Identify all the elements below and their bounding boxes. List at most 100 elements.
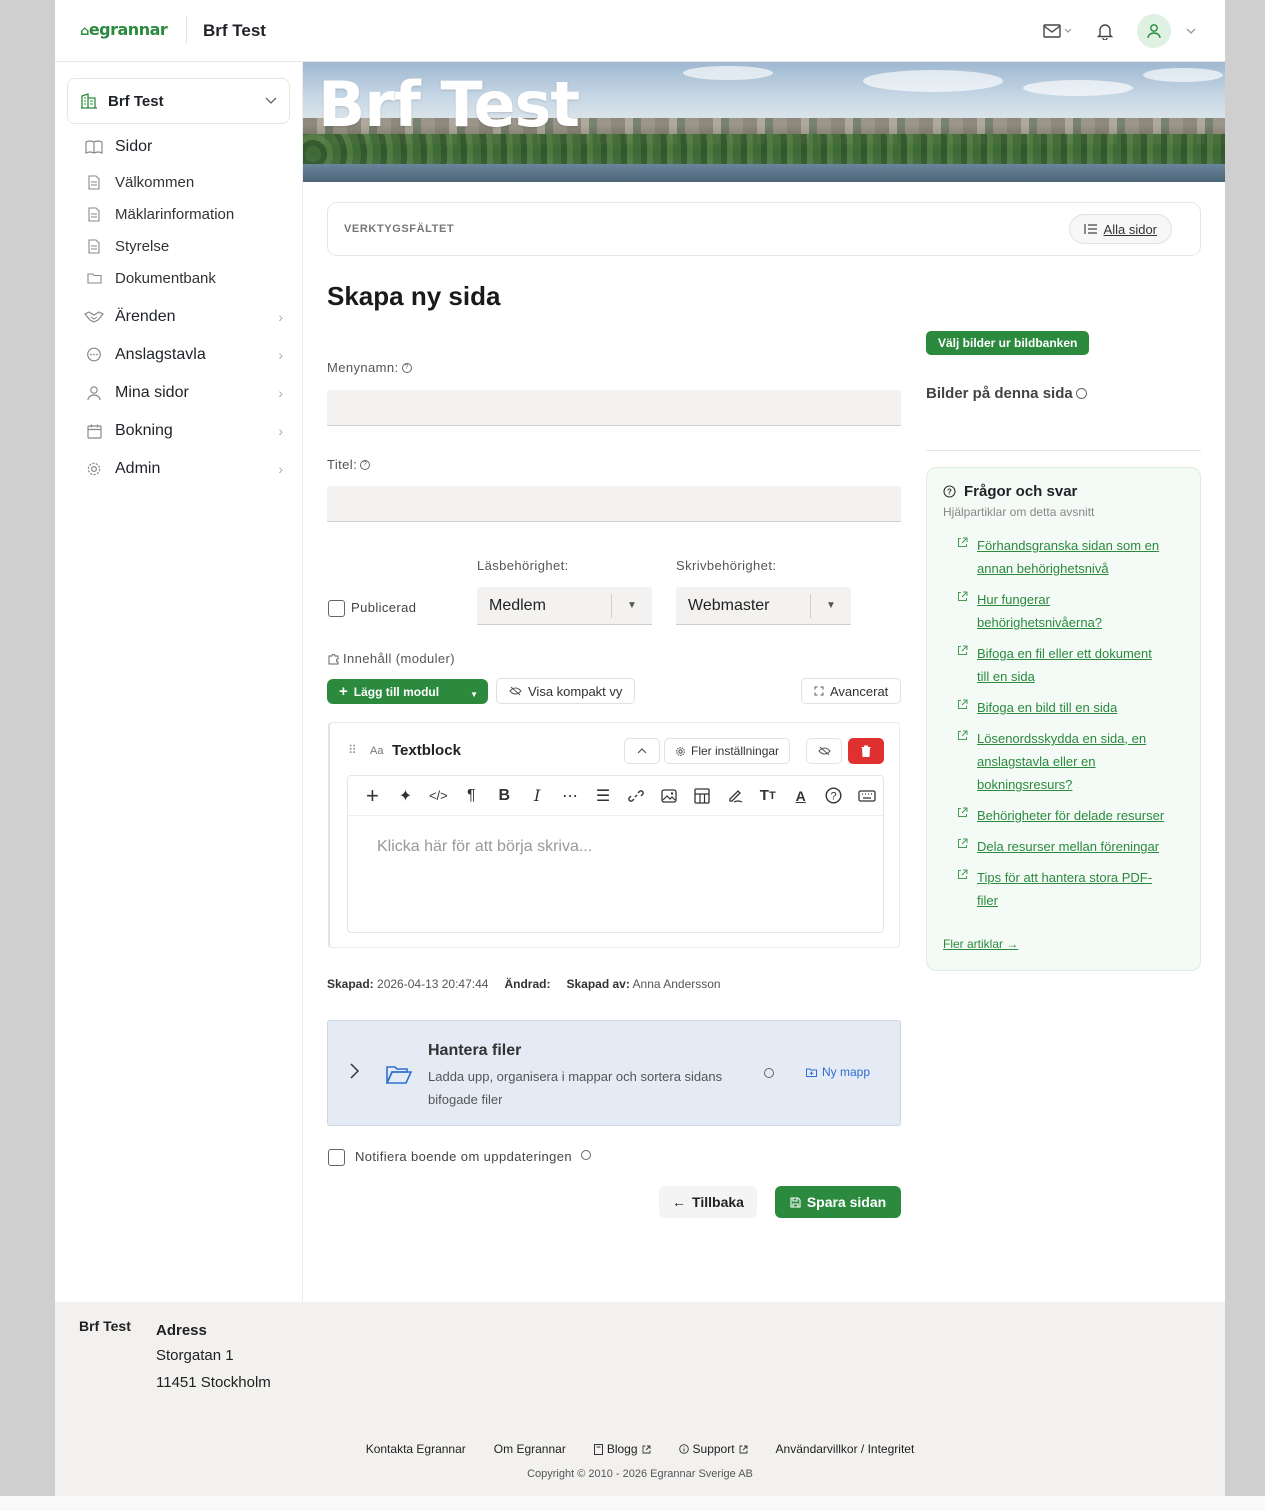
help-icon[interactable]: ? bbox=[360, 459, 371, 470]
chevron-right-icon[interactable] bbox=[350, 1063, 359, 1079]
content-label: Innehåll (moduler) bbox=[327, 651, 455, 666]
advanced-button[interactable]: Avancerat bbox=[801, 678, 902, 704]
faq-link[interactable]: Tips för att hantera stora PDF-filer bbox=[977, 866, 1187, 912]
sidebar-item-label: Ärenden bbox=[115, 308, 176, 325]
delete-module-button[interactable] bbox=[848, 738, 884, 764]
mail-menu[interactable] bbox=[1043, 14, 1073, 48]
changed-label: Ändrad: bbox=[504, 977, 551, 991]
more-articles-link[interactable]: Fler artiklar → bbox=[943, 937, 1018, 951]
help-icon[interactable]: ? bbox=[401, 362, 412, 373]
svg-text:?: ? bbox=[947, 488, 952, 497]
more-icon[interactable]: ⋯ bbox=[554, 781, 587, 811]
rich-text-editor[interactable]: + ✦ </> ¶ B I ⋯ ☰ TT A ? Klicka här för … bbox=[347, 775, 884, 933]
bold-icon[interactable]: B bbox=[488, 781, 521, 811]
code-icon[interactable]: </> bbox=[422, 781, 455, 811]
chevron-right-icon: › bbox=[278, 347, 283, 363]
choose-images-button[interactable]: Välj bilder ur bildbanken bbox=[926, 331, 1090, 355]
faq-link-text: Förhandsgranska sidan som en bbox=[977, 538, 1160, 553]
arrow-left-icon: ← bbox=[672, 1194, 687, 1210]
faq-link[interactable]: Bifoga en bild till en sida bbox=[977, 696, 1187, 719]
ai-sparkle-icon[interactable]: ✦ bbox=[389, 781, 422, 811]
faq-link[interactable]: Lösenordsskydda en sida, en anslagstavla … bbox=[977, 727, 1187, 796]
page-meta: Skapad: 2026-04-13 20:47:44 Ändrad: Skap… bbox=[327, 977, 721, 991]
write-permission-select[interactable]: Webmaster ▼ bbox=[676, 587, 851, 625]
association-title: Brf Test bbox=[203, 21, 266, 40]
menu-name-input[interactable] bbox=[327, 390, 901, 426]
logo[interactable]: ⌂egrannar bbox=[80, 20, 168, 39]
title-input[interactable] bbox=[327, 486, 901, 522]
italic-icon[interactable]: I bbox=[521, 781, 554, 811]
footer-link-label: Om Egrannar bbox=[493, 1442, 566, 1456]
help-icon[interactable] bbox=[581, 1150, 592, 1160]
text-size-icon[interactable]: TT bbox=[751, 781, 784, 811]
external-link-icon bbox=[739, 1445, 747, 1453]
sidebar-item-sidor[interactable]: Sidor bbox=[83, 128, 283, 166]
save-icon bbox=[790, 1196, 801, 1208]
all-pages-button[interactable]: Alla sidor bbox=[1068, 214, 1172, 244]
faq-link[interactable]: Dela resurser mellan föreningar bbox=[977, 835, 1187, 858]
footer-link-blog[interactable]: Blogg bbox=[593, 1442, 651, 1456]
footer-link-contact[interactable]: Kontakta Egrannar bbox=[366, 1442, 466, 1456]
sidebar-item-arenden[interactable]: Ärenden › bbox=[83, 298, 283, 336]
sidebar-item-dokumentbank[interactable]: Dokumentbank bbox=[83, 262, 283, 294]
author-label: Skapad av: bbox=[566, 977, 630, 991]
notifications-button[interactable] bbox=[1097, 14, 1113, 48]
paragraph-icon[interactable]: ¶ bbox=[455, 781, 488, 811]
notify-checkbox[interactable] bbox=[328, 1149, 345, 1166]
chat-icon bbox=[87, 347, 101, 362]
help-icon[interactable] bbox=[764, 1068, 774, 1078]
sidebar-item-valkommen[interactable]: Välkommen bbox=[83, 166, 283, 198]
sidebar-item-maklarinformation[interactable]: Mäklarinformation bbox=[83, 198, 283, 230]
toolbar-card: VERKTYGSFÄLTET Alla sidor bbox=[327, 202, 1201, 256]
new-folder-button[interactable]: Ny mapp bbox=[806, 1065, 870, 1079]
add-module-button[interactable]: + Lägg till modul ▼ bbox=[327, 679, 488, 704]
external-link-icon bbox=[957, 866, 977, 912]
help-icon[interactable]: ? bbox=[817, 781, 850, 811]
list-icon[interactable]: ☰ bbox=[587, 781, 620, 811]
sidebar-item-admin[interactable]: Admin › bbox=[83, 450, 283, 488]
keyboard-icon[interactable] bbox=[850, 781, 883, 811]
more-settings-button[interactable]: Fler inställningar bbox=[664, 738, 791, 764]
footer-link-about[interactable]: Om Egrannar bbox=[494, 1442, 566, 1456]
footer-link-support[interactable]: Support bbox=[678, 1442, 748, 1456]
footer-link-terms[interactable]: Användarvillkor / Integritet bbox=[776, 1442, 915, 1456]
write-permission-value: Webmaster bbox=[688, 596, 770, 614]
faq-item: Bifoga en fil eller ett dokument till en … bbox=[957, 642, 1187, 688]
faq-link[interactable]: Hur fungerar behörighetsnivåerna? bbox=[977, 588, 1187, 634]
hide-module-button[interactable] bbox=[806, 738, 842, 764]
sidebar-item-mina-sidor[interactable]: Mina sidor › bbox=[83, 374, 283, 412]
building-icon bbox=[81, 93, 97, 109]
faq-link[interactable]: Bifoga en fil eller ett dokument till en … bbox=[977, 642, 1187, 688]
image-icon[interactable] bbox=[652, 781, 685, 811]
table-icon[interactable] bbox=[685, 781, 718, 811]
read-permission-select[interactable]: Medlem ▼ bbox=[477, 587, 652, 625]
drag-handle-icon[interactable]: ⠿ bbox=[348, 743, 357, 757]
created-value: 2026-04-13 20:47:44 bbox=[377, 977, 489, 991]
editor-placeholder: Klicka här för att börja skriva... bbox=[377, 838, 593, 855]
sidebar-item-anslagstavla[interactable]: Anslagstavla › bbox=[83, 336, 283, 374]
compact-view-button[interactable]: Visa kompakt vy bbox=[496, 678, 636, 704]
save-page-button[interactable]: Spara sidan bbox=[775, 1186, 901, 1218]
font-color-icon[interactable]: A bbox=[784, 781, 817, 811]
avatar[interactable] bbox=[1137, 14, 1171, 48]
sidebar-item-bokning[interactable]: Bokning › bbox=[83, 412, 283, 450]
faq-link[interactable]: Behörigheter för delade resurser bbox=[977, 804, 1187, 827]
svg-text:?: ? bbox=[831, 791, 837, 803]
highlight-icon[interactable] bbox=[718, 781, 751, 811]
help-icon[interactable] bbox=[1075, 388, 1087, 399]
sidebar-item-label: Anslagstavla bbox=[115, 346, 206, 363]
manage-files-panel[interactable]: Hantera filer Ladda upp, organisera i ma… bbox=[327, 1020, 901, 1126]
collapse-button[interactable] bbox=[624, 738, 660, 764]
published-checkbox[interactable] bbox=[328, 600, 345, 617]
sidebar-item-styrelse[interactable]: Styrelse bbox=[83, 230, 283, 262]
insert-icon[interactable]: + bbox=[356, 781, 389, 811]
user-menu-toggle[interactable] bbox=[1185, 14, 1197, 48]
footer-link-label: Användarvillkor / Integritet bbox=[775, 1442, 915, 1456]
faq-item: Tips för att hantera stora PDF-filer bbox=[957, 866, 1187, 912]
association-switcher[interactable]: Brf Test bbox=[67, 78, 290, 124]
title-label: Titel:? bbox=[327, 457, 371, 472]
link-icon[interactable] bbox=[620, 781, 653, 811]
book-icon bbox=[593, 1443, 603, 1455]
faq-link[interactable]: Förhandsgranska sidan som en annan behöri… bbox=[977, 534, 1187, 580]
back-button[interactable]: ← Tillbaka bbox=[659, 1186, 757, 1218]
